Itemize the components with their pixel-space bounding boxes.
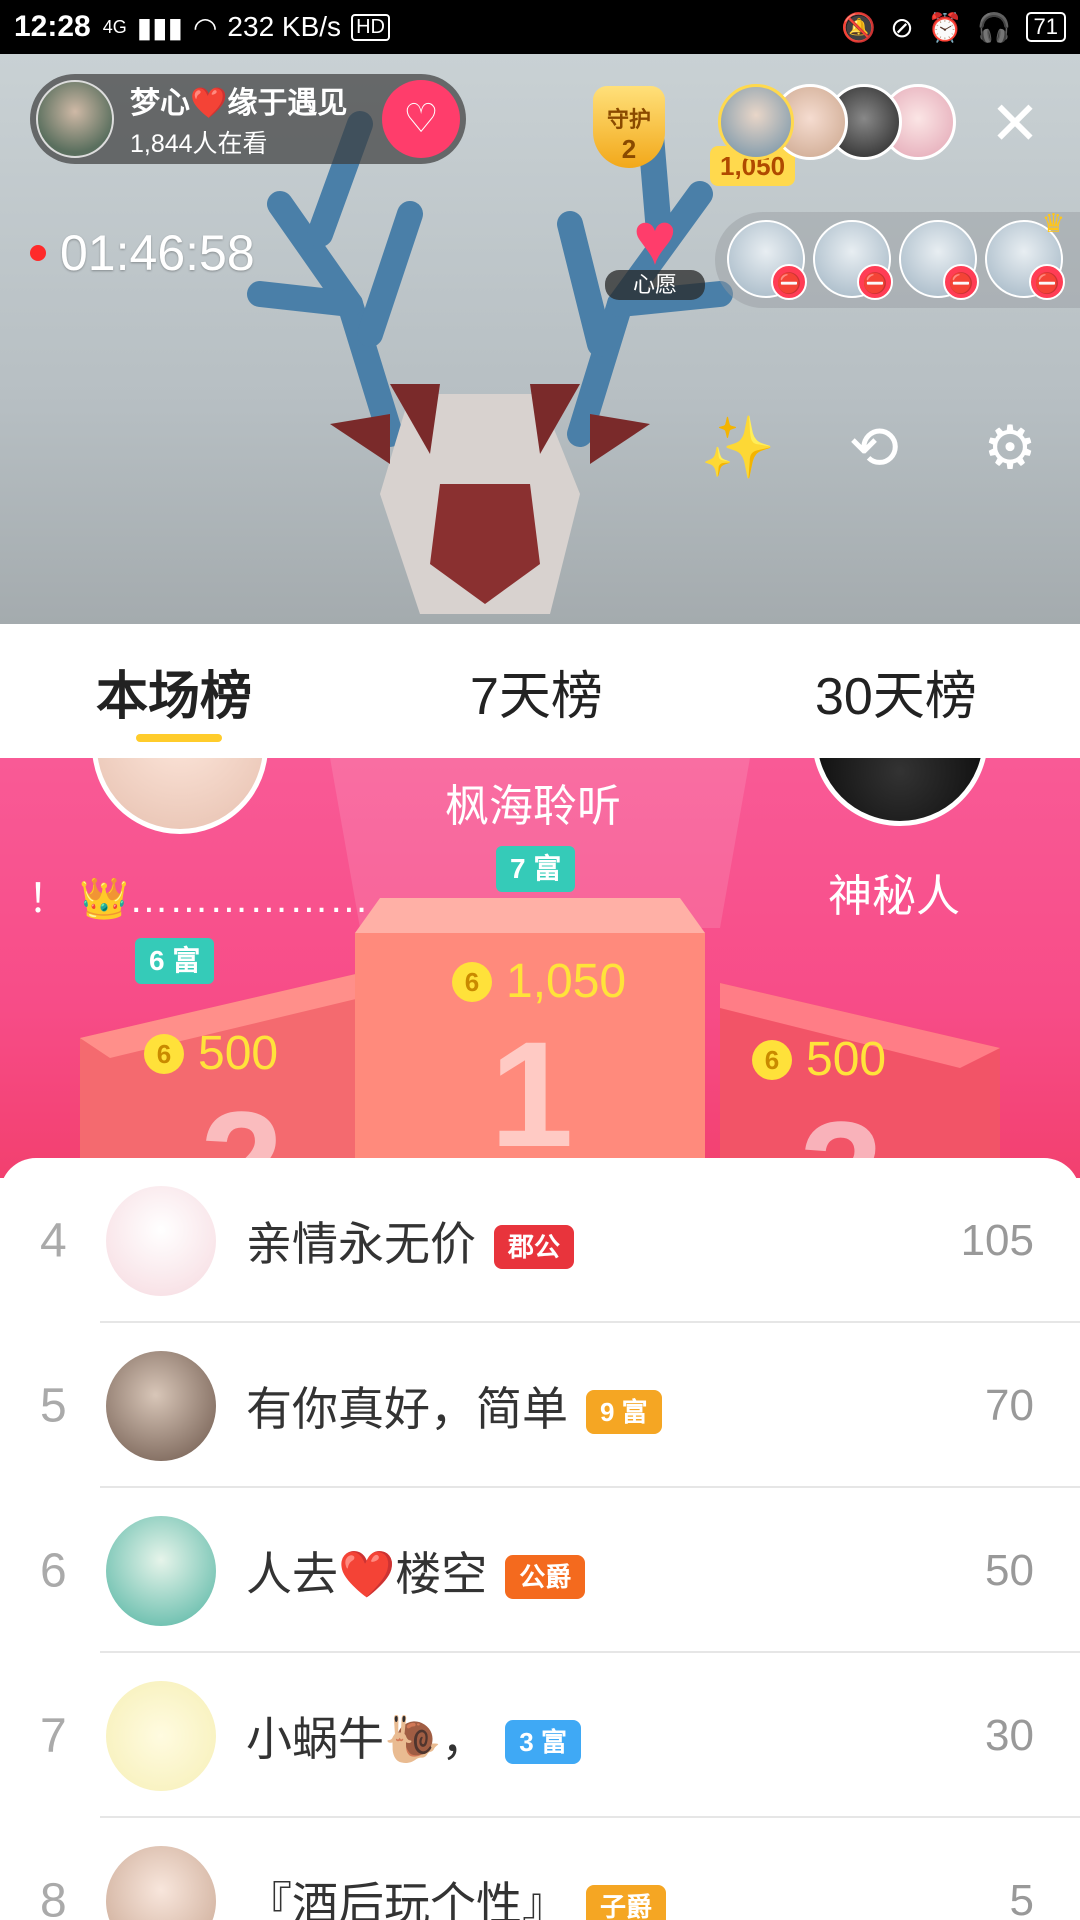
audience-avatar[interactable]	[718, 84, 794, 160]
user-avatar[interactable]	[106, 1515, 216, 1626]
wish-label: 心愿	[605, 270, 705, 300]
list-item[interactable]: 4 亲情永无价 郡公 105	[0, 1158, 1080, 1323]
mute-icon: 🔕	[841, 11, 877, 43]
rank-number: 7	[40, 1709, 67, 1762]
headphone-icon: 🎧	[976, 11, 1012, 43]
mic-seat[interactable]: ⛔	[727, 220, 807, 300]
host-avatar[interactable]	[36, 80, 114, 158]
tab-7-days[interactable]: 7天榜	[470, 654, 603, 729]
timer-text: 01:46:58	[60, 225, 255, 281]
title-badge: 公爵	[505, 1555, 586, 1600]
third-place-score: 6 500	[752, 1032, 886, 1087]
network-speed: 232 KB/s	[227, 11, 342, 42]
seat-lock-icon: ⛔	[943, 264, 979, 300]
status-bar: 12:28 4G ▮▮▮ ◠ 232 KB/s HD 🔕 ⊘ ⏰ 🎧 71	[0, 0, 1080, 54]
coin-icon: 6	[752, 1039, 792, 1080]
user-score: 5	[1009, 1875, 1034, 1920]
settings-gear-icon[interactable]: ⚙	[972, 410, 1048, 486]
lock-rotation-icon: ⊘	[890, 11, 914, 43]
third-place-name[interactable]: 神秘人	[828, 860, 960, 924]
second-place-score: 6 500	[144, 1026, 278, 1081]
rank-number: 4	[40, 1214, 67, 1267]
status-time: 12:28	[14, 10, 91, 43]
viewer-count: 1,844人在看	[130, 130, 268, 158]
tab-this-session[interactable]: 本场榜	[96, 654, 252, 729]
first-place-coins: 1,050	[506, 955, 627, 1008]
user-avatar[interactable]	[106, 1185, 216, 1296]
crown-icon: ♛	[1041, 208, 1065, 238]
list-item[interactable]: 6 人去❤️楼空 公爵 50	[0, 1488, 1080, 1653]
guard-count: 2	[621, 134, 637, 164]
title-badge: 郡公	[494, 1225, 575, 1270]
heart-icon: ♥	[633, 197, 677, 280]
active-tab-indicator	[136, 734, 222, 742]
wifi-icon: ◠	[192, 11, 218, 43]
seat-lock-icon: ⛔	[771, 264, 807, 300]
guard-label: 守护	[606, 107, 651, 132]
list-item[interactable]: 5 有你真好，简单 9 富 70	[0, 1323, 1080, 1488]
live-timer: 01:46:58	[30, 224, 255, 282]
hd-icon: HD	[351, 13, 390, 41]
user-score: 70	[985, 1380, 1034, 1430]
host-name: 梦心❤️缘于遇见	[130, 87, 348, 120]
user-name: 小蜗牛🐌，	[246, 1712, 488, 1765]
wish-button[interactable]: ♥ 心愿	[605, 197, 705, 304]
rank-number: 6	[40, 1544, 67, 1597]
user-avatar[interactable]	[106, 1845, 216, 1920]
first-place-score: 6 1,050	[452, 954, 626, 1009]
flip-camera-icon[interactable]: ⟲	[836, 410, 912, 486]
rank-number: 8	[40, 1874, 67, 1920]
network-type: 4G	[102, 16, 127, 37]
user-name: 有你真好，简单	[246, 1382, 568, 1435]
rank-number: 5	[40, 1379, 67, 1432]
third-place-coins: 500	[806, 1033, 887, 1086]
second-place-rich-badge: 6 富	[135, 938, 215, 984]
user-name: 『酒后玩个性』	[246, 1877, 568, 1920]
mic-seat[interactable]: ♛ ⛔	[985, 208, 1065, 300]
title-badge: 子爵	[586, 1885, 667, 1920]
list-item[interactable]: 8 『酒后玩个性』 子爵 5	[0, 1818, 1080, 1920]
battery-icon: 71	[1025, 12, 1066, 42]
mic-seat[interactable]: ⛔	[899, 220, 979, 300]
follow-heart-button[interactable]: ♡	[382, 80, 460, 158]
host-info-pill[interactable]: 梦心❤️缘于遇见 1,844人在看 ♡	[30, 74, 466, 164]
ranking-list: 4 亲情永无价 郡公 105 5 有你真好，简单 9 富 70 6 人去❤️楼空 公爵…	[0, 1158, 1080, 1920]
user-name: 人去❤️楼空	[246, 1547, 488, 1600]
mic-seat[interactable]: ⛔	[813, 220, 893, 300]
user-score: 30	[985, 1710, 1034, 1760]
coin-icon: 6	[452, 961, 492, 1002]
ranking-tabs: 本场榜 7天榜 30天榜	[0, 624, 1080, 758]
signal-group: 4G ▮▮▮ ◠ 232 KB/s HD	[103, 11, 390, 44]
guard-shield-icon: 守护 2	[593, 86, 665, 168]
close-icon[interactable]: ✕	[985, 94, 1045, 154]
guard-badge[interactable]: 守护 2	[585, 80, 673, 170]
second-place-name[interactable]: ！ 👑………………	[28, 866, 369, 924]
user-score: 105	[960, 1215, 1034, 1265]
first-place-rich-badge: 7 富	[496, 846, 576, 892]
magic-wand-icon[interactable]: ✨	[700, 410, 776, 486]
second-place-coins: 500	[198, 1027, 279, 1080]
alarm-icon: ⏰	[927, 11, 963, 43]
mic-seat-bar: ⛔ ⛔ ⛔ ♛ ⛔	[715, 208, 1080, 308]
seat-lock-icon: ⛔	[857, 264, 893, 300]
deer-head-decoration	[247, 111, 733, 614]
status-right: 🔕 ⊘ ⏰ 🎧 71	[841, 11, 1066, 44]
top-three-podium: 枫海聆听 7 富 ！ 👑……………… 6 富 神秘人 6 1,050 6 500…	[0, 758, 1080, 1178]
user-name: 亲情永无价	[246, 1217, 476, 1270]
signal-icon: ▮▮▮	[136, 11, 183, 43]
user-avatar[interactable]	[106, 1350, 216, 1461]
tab-30-days[interactable]: 30天榜	[815, 654, 977, 729]
user-score: 50	[985, 1545, 1034, 1595]
rich-badge: 3 富	[505, 1720, 581, 1765]
user-avatar[interactable]	[106, 1680, 216, 1791]
list-item[interactable]: 7 小蜗牛🐌， 3 富 30	[0, 1653, 1080, 1818]
coin-icon: 6	[144, 1033, 184, 1074]
recording-dot-icon	[30, 245, 46, 261]
live-video[interactable]: 梦心❤️缘于遇见 1,844人在看 ♡ 守护 2 1,050 ✕ 01:46:5…	[0, 54, 1080, 624]
podium-digit-1: 1	[490, 1010, 574, 1178]
first-place-name[interactable]: 枫海聆听	[445, 770, 621, 834]
rich-badge: 9 富	[586, 1390, 662, 1435]
seat-lock-icon: ⛔	[1029, 264, 1065, 300]
